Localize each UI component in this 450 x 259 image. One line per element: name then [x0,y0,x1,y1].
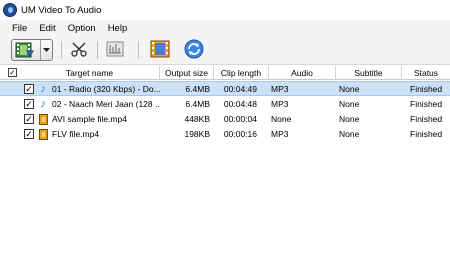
cell-subtitle: None [339,129,360,139]
cut-button[interactable] [68,39,90,61]
file-table: ✓ Target name Output size Clip length Au… [0,66,450,259]
trim-icon [105,40,125,60]
column-target-name[interactable]: Target name [20,66,160,80]
table-row[interactable]: ✓ FLV file.mp4 198KB 00:00:16 MP3 None F… [0,127,450,142]
cell-clip-length: 00:04:48 [223,99,257,109]
cell-status: Finished [410,99,443,109]
cell-subtitle: None [339,99,360,109]
convert-film-icon [149,39,171,61]
column-output-size[interactable]: Output size [160,66,214,80]
cell-output-size: 6.4MB [185,84,210,94]
menu-bar: File Edit Option Help [0,20,450,36]
row-checkbox[interactable]: ✓ [24,84,34,94]
table-row[interactable]: ✓ ♪ 01 - Radio (320 Kbps) - Do... 6.4MB … [0,81,450,96]
cell-subtitle: None [339,114,360,124]
convert-button[interactable] [148,39,172,61]
title-bar: UM Video To Audio [0,0,450,20]
column-status[interactable]: Status [402,66,450,80]
cell-status: Finished [410,129,443,139]
film-add-icon [15,42,35,61]
chevron-down-icon [43,45,50,55]
cell-clip-length: 00:04:49 [223,84,257,94]
table-row[interactable]: ✓ ♪ 02 - Naach Meri Jaan (128 ... 6.4MB … [0,97,450,112]
cell-subtitle: None [339,84,360,94]
cell-audio: None [271,114,292,124]
add-files-button[interactable] [11,39,53,61]
cell-status: Finished [410,84,443,94]
cell-audio: MP3 [271,84,289,94]
cell-output-size: 448KB [184,114,210,124]
cell-clip-length: 00:00:04 [223,114,257,124]
select-all-checkbox[interactable]: ✓ [8,68,17,77]
menu-edit[interactable]: Edit [33,23,61,34]
cell-audio: MP3 [271,129,289,139]
refresh-icon [183,38,205,62]
cell-output-size: 6.4MB [185,99,210,109]
toolbar [0,36,450,65]
table-row[interactable]: ✓ AVI sample file.mp4 448KB 00:00:04 Non… [0,112,450,127]
cell-output-size: 198KB [184,129,210,139]
trim-button[interactable] [104,39,126,61]
app-logo-icon [3,3,17,17]
table-header: ✓ Target name Output size Clip length Au… [0,66,450,80]
menu-help[interactable]: Help [102,23,134,34]
music-note-icon: ♪ [40,83,46,95]
cell-status: Finished [410,114,443,124]
music-note-icon: ♪ [40,98,46,110]
column-subtitle[interactable]: Subtitle [336,66,402,80]
menu-option[interactable]: Option [62,23,102,34]
column-clip-length[interactable]: Clip length [214,66,269,80]
toolbar-separator [97,41,98,59]
scissors-icon [70,41,88,59]
row-checkbox[interactable]: ✓ [24,129,34,139]
cell-target-name: AVI sample file.mp4 [52,114,127,124]
window-title: UM Video To Audio [21,4,102,16]
cell-clip-length: 00:00:16 [223,129,257,139]
column-audio[interactable]: Audio [269,66,336,80]
refresh-button[interactable] [182,39,206,61]
cell-audio: MP3 [271,99,289,109]
cell-target-name: FLV file.mp4 [52,129,100,139]
row-checkbox[interactable]: ✓ [24,99,34,109]
film-icon [38,114,48,125]
add-files-dropdown[interactable] [40,40,52,60]
toolbar-separator [61,41,62,59]
menu-file[interactable]: File [0,23,33,34]
toolbar-separator [138,41,139,59]
row-checkbox[interactable]: ✓ [24,114,34,124]
cell-target-name: 02 - Naach Meri Jaan (128 ... [52,99,160,109]
film-icon [38,129,48,140]
cell-target-name: 01 - Radio (320 Kbps) - Do... [52,84,160,94]
